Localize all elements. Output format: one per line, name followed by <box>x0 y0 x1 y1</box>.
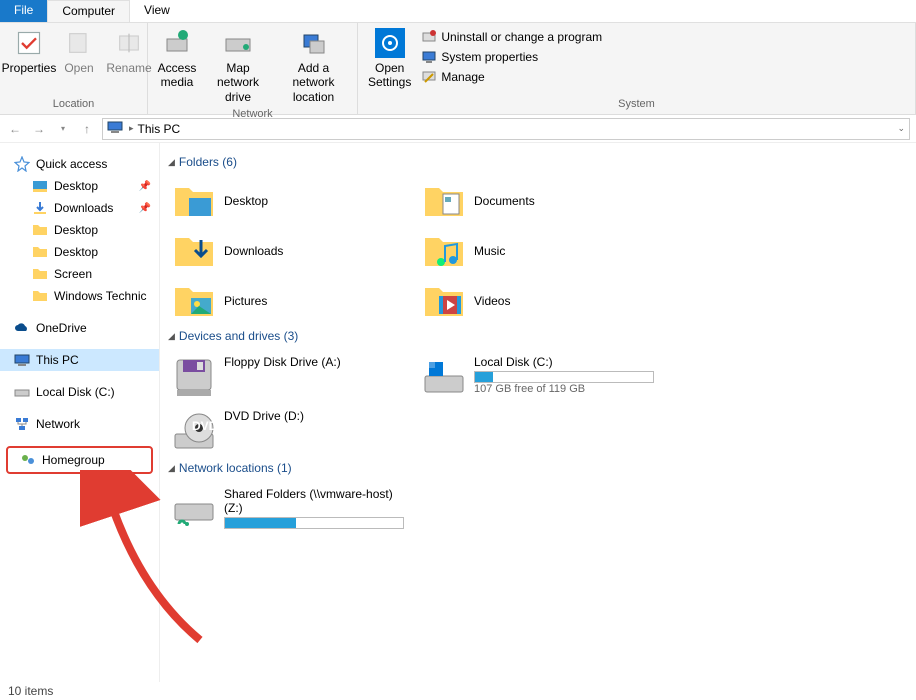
addr-dropdown[interactable]: ⌄ <box>897 123 905 134</box>
star-icon <box>14 156 30 172</box>
desktop-icon <box>32 178 48 194</box>
nav-network[interactable]: Network <box>0 413 159 435</box>
netloc-icon <box>298 27 330 59</box>
forward-button[interactable]: → <box>30 120 48 138</box>
pin-icon: 📌 <box>139 203 151 214</box>
nav-desktop-2[interactable]: Desktop <box>0 219 159 241</box>
status-bar: 10 items <box>0 682 916 700</box>
section-devices-header[interactable]: ◢ Devices and drives (3) <box>168 323 908 353</box>
settings-gear-icon <box>374 27 406 59</box>
cloud-icon <box>14 320 30 336</box>
media-icon <box>161 27 193 59</box>
map-drive-button[interactable]: Map network drive <box>202 25 274 106</box>
thispc-icon <box>107 119 123 138</box>
open-button: Open <box>54 25 104 77</box>
folder-pictures[interactable]: Pictures <box>168 279 418 323</box>
svg-text:DVD: DVD <box>192 419 215 433</box>
nav-downloads-pinned[interactable]: Downloads 📌 <box>0 197 159 219</box>
folder-icon <box>32 288 48 304</box>
videos-folder-icon <box>422 281 466 321</box>
uninstall-program-button[interactable]: Uninstall or change a program <box>421 27 602 47</box>
pin-icon: 📌 <box>139 181 151 192</box>
folder-icon <box>32 244 48 260</box>
computer-icon <box>421 49 437 65</box>
drive-net-icon <box>222 27 254 59</box>
manage-icon <box>421 69 437 85</box>
group-system-label: System <box>362 96 911 112</box>
nav-windows-technic[interactable]: Windows Technic <box>0 285 159 307</box>
documents-folder-icon <box>422 181 466 221</box>
netdrive-icon <box>172 487 216 531</box>
content-pane: ◢ Folders (6) Desktop Documents Download… <box>160 143 916 682</box>
usage-bar <box>474 371 654 383</box>
tab-bar: File Computer View <box>0 0 916 23</box>
downloads-icon <box>32 200 48 216</box>
back-button[interactable]: ← <box>6 120 24 138</box>
nav-desktop-3[interactable]: Desktop <box>0 241 159 263</box>
open-icon <box>63 27 95 59</box>
network-icon <box>14 416 30 432</box>
downloads-folder-icon <box>172 231 216 271</box>
disk-icon <box>14 384 30 400</box>
recent-dropdown[interactable]: ▾ <box>54 120 72 138</box>
drive-localdisk[interactable]: Local Disk (C:) 107 GB free of 119 GB <box>418 353 668 401</box>
drive-dvd[interactable]: DVD DVD Drive (D:) <box>168 407 418 455</box>
nav-quick-access[interactable]: Quick access <box>0 153 159 175</box>
tab-view[interactable]: View <box>130 0 184 22</box>
rename-icon <box>113 27 145 59</box>
group-location-label: Location <box>4 96 143 112</box>
nav-localdisk[interactable]: Local Disk (C:) <box>0 381 159 403</box>
tab-computer[interactable]: Computer <box>47 0 130 22</box>
folder-downloads[interactable]: Downloads <box>168 229 418 273</box>
add-netlocation-button[interactable]: Add a network location <box>274 25 353 106</box>
open-settings-button[interactable]: Open Settings <box>362 25 417 92</box>
section-folders-header[interactable]: ◢ Folders (6) <box>168 149 908 179</box>
collapse-icon: ◢ <box>168 463 175 474</box>
collapse-icon: ◢ <box>168 157 175 168</box>
collapse-icon: ◢ <box>168 331 175 342</box>
homegroup-icon <box>20 452 36 468</box>
drive-shared-z[interactable]: Shared Folders (\\vmware-host) (Z:) <box>168 485 418 533</box>
checkbox-icon <box>13 27 45 59</box>
navigation-pane: Quick access Desktop 📌 Downloads 📌 Deskt… <box>0 143 160 682</box>
drive-floppy[interactable]: Floppy Disk Drive (A:) <box>168 353 418 401</box>
dvd-icon: DVD <box>172 409 216 453</box>
manage-button[interactable]: Manage <box>421 67 602 87</box>
folder-music[interactable]: Music <box>418 229 668 273</box>
tab-file[interactable]: File <box>0 0 47 22</box>
properties-button[interactable]: Properties <box>4 25 54 77</box>
folder-videos[interactable]: Videos <box>418 279 668 323</box>
folder-desktop[interactable]: Desktop <box>168 179 418 223</box>
floppy-icon <box>172 355 216 399</box>
folder-documents[interactable]: Documents <box>418 179 668 223</box>
annotation-highlight: Homegroup <box>6 446 153 474</box>
nav-thispc[interactable]: This PC <box>0 349 159 371</box>
folder-icon <box>32 266 48 282</box>
nav-screen[interactable]: Screen <box>0 263 159 285</box>
folder-icon <box>32 222 48 238</box>
pictures-folder-icon <box>172 281 216 321</box>
access-media-button[interactable]: Access media <box>152 25 202 92</box>
desktop-folder-icon <box>172 181 216 221</box>
breadcrumb-thispc[interactable]: This PC <box>138 122 181 136</box>
thispc-icon <box>14 352 30 368</box>
address-bar: ← → ▾ ↑ ▸This PC ⌄ <box>0 115 916 143</box>
up-button[interactable]: ↑ <box>78 120 96 138</box>
rename-button: Rename <box>104 25 154 77</box>
nav-homegroup[interactable]: Homegroup <box>20 449 145 471</box>
music-folder-icon <box>422 231 466 271</box>
system-properties-button[interactable]: System properties <box>421 47 602 67</box>
uninstall-icon <box>421 29 437 45</box>
ribbon: Properties Open Rename Location Access m… <box>0 23 916 115</box>
localdisk-icon <box>422 355 466 399</box>
nav-desktop-pinned[interactable]: Desktop 📌 <box>0 175 159 197</box>
status-item-count: 10 items <box>8 684 53 698</box>
address-box[interactable]: ▸This PC ⌄ <box>102 118 910 140</box>
usage-bar <box>224 517 404 529</box>
section-netloc-header[interactable]: ◢ Network locations (1) <box>168 455 908 485</box>
nav-onedrive[interactable]: OneDrive <box>0 317 159 339</box>
